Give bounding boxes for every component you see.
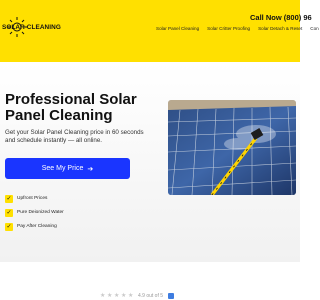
- feature-label: Pure Deionized Water: [17, 210, 64, 215]
- check-icon: ✓: [5, 194, 13, 203]
- star-icon: ★: [128, 292, 134, 299]
- page-title: Professional Solar Panel Cleaning: [5, 91, 137, 124]
- nav-item-solar-detach-reset[interactable]: Solar Detach & Reset: [258, 26, 302, 31]
- check-icon: ✓: [5, 222, 13, 231]
- star-icon: ★: [100, 292, 106, 299]
- hero-subtitle: Get your Solar Panel Cleaning price in 6…: [5, 129, 144, 144]
- check-icon: ✓: [5, 208, 13, 217]
- star-icon: ★: [107, 292, 113, 299]
- logo-text[interactable]: SOLAR CLEANING: [2, 24, 61, 31]
- feature-list: ✓ Upfront Prices ✓ Pure Deionized Water …: [5, 192, 64, 234]
- star-icon: ★: [121, 292, 127, 299]
- nav-item-contact[interactable]: Con: [310, 26, 318, 31]
- arrow-right-icon: ➔: [87, 165, 94, 173]
- cta-label: See My Price: [41, 165, 84, 172]
- list-item: ✓ Upfront Prices: [5, 192, 64, 205]
- google-icon: [168, 293, 175, 299]
- feature-label: Pay After Cleaning: [17, 224, 57, 229]
- site-header: SOLAR CLEANING Call Now (800) 96 Solar P…: [0, 0, 319, 62]
- feature-label: Upfront Prices: [17, 196, 48, 201]
- call-now-link[interactable]: Call Now (800) 96: [250, 13, 312, 22]
- nav-item-solar-panel-cleaning[interactable]: Solar Panel Cleaning: [156, 26, 199, 31]
- see-my-price-button[interactable]: See My Price ➔: [5, 158, 130, 179]
- list-item: ✓ Pay After Cleaning: [5, 220, 64, 233]
- main-nav: Solar Panel Cleaning Solar Critter Proof…: [156, 26, 319, 31]
- list-item: ✓ Pure Deionized Water: [5, 206, 64, 219]
- nav-item-solar-critter-proofing[interactable]: Solar Critter Proofing: [207, 26, 250, 31]
- star-icon: ★: [114, 292, 120, 299]
- rating-text: 4.9 out of 5: [138, 293, 164, 299]
- rating-bar: ★ ★ ★ ★ ★ 4.9 out of 5: [100, 292, 175, 299]
- solar-cleaning-photo: [168, 100, 296, 195]
